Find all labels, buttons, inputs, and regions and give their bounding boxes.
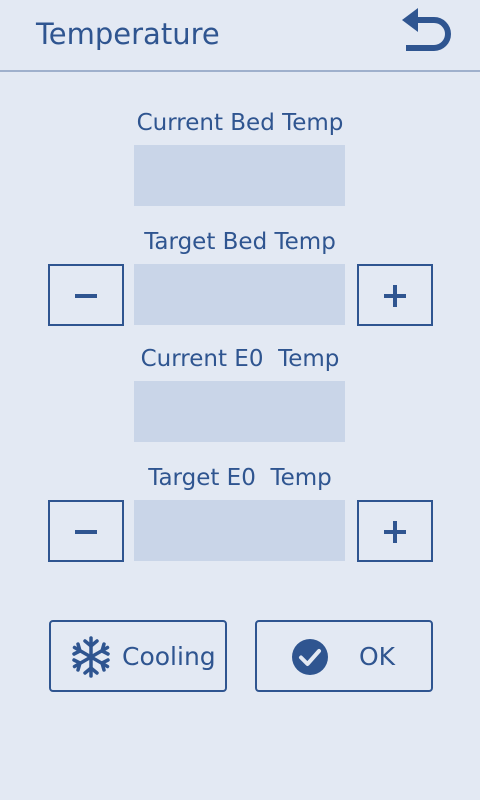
target-e0-temp-label: Target E0 Temp	[148, 465, 332, 491]
target-e0-decrease-button[interactable]	[48, 500, 124, 562]
back-button[interactable]	[396, 6, 460, 62]
ok-button-label: OK	[359, 642, 396, 671]
cooling-button[interactable]: Cooling	[49, 620, 227, 692]
target-bed-temp-label: Target Bed Temp	[144, 229, 336, 255]
undo-arrow-icon	[396, 6, 460, 62]
target-bed-decrease-button[interactable]	[48, 264, 124, 326]
plus-icon	[359, 502, 431, 560]
current-bed-temp-display	[134, 145, 345, 206]
snowflake-icon	[69, 635, 113, 683]
page-title: Temperature	[36, 17, 220, 51]
ok-button[interactable]: OK	[255, 620, 433, 692]
current-bed-temp-label: Current Bed Temp	[136, 110, 344, 136]
minus-icon	[50, 502, 122, 560]
current-e0-temp-display	[134, 381, 345, 442]
target-bed-increase-button[interactable]	[357, 264, 433, 326]
cooling-button-label: Cooling	[122, 642, 216, 671]
header-bar: Temperature	[0, 0, 480, 72]
target-e0-temp-field[interactable]	[134, 500, 345, 561]
current-e0-temp-label: Current E0 Temp	[140, 346, 340, 372]
check-circle-icon	[291, 638, 329, 680]
target-bed-temp-field[interactable]	[134, 264, 345, 325]
plus-icon	[359, 266, 431, 324]
target-e0-increase-button[interactable]	[357, 500, 433, 562]
minus-icon	[50, 266, 122, 324]
